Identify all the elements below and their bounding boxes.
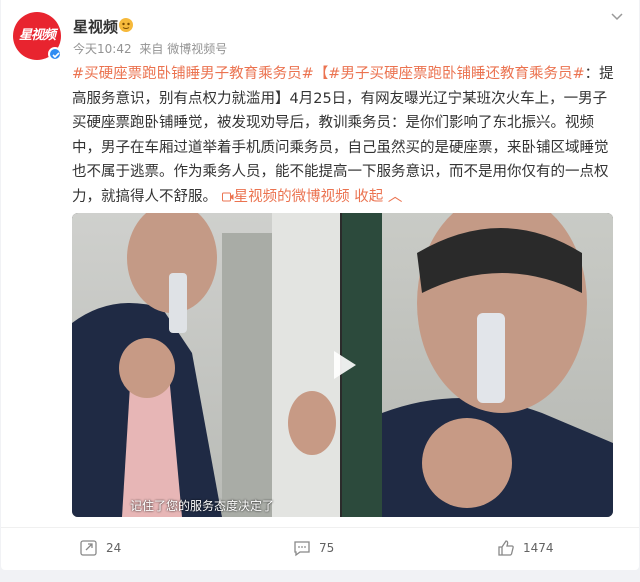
collapse-label: 收起 <box>354 188 384 205</box>
repost-count: 24 <box>106 541 122 555</box>
video-source-link[interactable]: 星视频的微博视频 <box>221 188 350 205</box>
video-subtitle: 记住了您的服务态度决定了 <box>130 499 275 513</box>
verified-icon <box>48 47 62 61</box>
post-text: #买硬座票跑卧铺睡男子教育乘务员#【#男子买硬座票跑卧铺睡还教育乘务员#：提高服… <box>72 62 617 209</box>
video-frame-right <box>342 213 613 517</box>
post-source: 来自 微博视频号 <box>139 42 228 56</box>
hashtag-link-1[interactable]: #买硬座票跑卧铺睡男子教育乘务员# <box>72 66 314 82</box>
hashtag-link-2[interactable]: 【#男子买硬座票跑卧铺睡还教育乘务员# <box>314 66 585 82</box>
more-icon[interactable] <box>609 8 625 24</box>
video-frame-left <box>72 213 340 517</box>
like-count: 1474 <box>523 541 554 555</box>
video-source-label: 星视频的微博视频 <box>233 188 350 205</box>
play-icon[interactable] <box>322 345 362 385</box>
like-icon <box>498 540 514 556</box>
post-text-rest: 务意识，别有点权力就滥用】4月25日，有网友曝光辽宁某班次火车上，一男子买硬座票… <box>72 90 609 205</box>
repost-icon <box>80 540 97 556</box>
weibo-post-card: 星视频 星视频 今天10:42 来自 微博视频号 #买硬座票跑卧铺睡男子教育乘务… <box>1 0 639 570</box>
author-name[interactable]: 星视频 <box>73 16 118 37</box>
badge-icon <box>119 18 133 32</box>
collapse-button[interactable]: 收起 ︿ <box>354 189 402 205</box>
comment-icon <box>294 541 310 557</box>
avatar-logo: 星视频 <box>18 28 56 43</box>
video-player[interactable]: 记住了您的服务态度决定了 <box>72 213 613 517</box>
post-meta: 今天10:42 来自 微博视频号 <box>73 40 231 57</box>
post-time[interactable]: 今天10:42 <box>73 42 132 56</box>
comment-count: 75 <box>319 541 335 555</box>
action-bar: 24 75 1474 <box>1 527 639 568</box>
link-icon <box>221 192 234 201</box>
